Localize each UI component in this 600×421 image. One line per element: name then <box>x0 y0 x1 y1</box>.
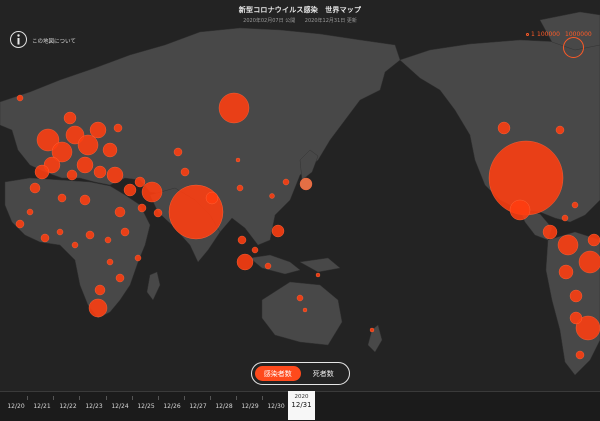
timeline-tick-mark <box>236 396 237 400</box>
legend-small-value: 1 <box>531 31 535 38</box>
timeline-date[interactable]: 12/25 <box>133 403 159 410</box>
deaths-toggle-button[interactable]: 死者数 <box>301 366 347 381</box>
timeline-tick-mark <box>184 396 185 400</box>
legend-large-circle <box>563 37 584 58</box>
timeline-tick-mark <box>27 396 28 400</box>
info-icon <box>17 34 20 45</box>
timeline-date[interactable]: 12/29 <box>237 403 263 410</box>
world-map[interactable] <box>0 0 600 420</box>
published-date: 2020年02月07日 公開 <box>243 18 296 24</box>
timeline-date[interactable]: 12/24 <box>107 403 133 410</box>
updated-date: 2020年12月31日 更新 <box>304 18 357 24</box>
timeline-date[interactable]: 12/22 <box>55 403 81 410</box>
metric-toggle[interactable]: 感染者数 死者数 <box>251 362 350 385</box>
selected-year: 2020 <box>294 394 309 400</box>
legend-mid-value: 100000 <box>537 31 560 38</box>
timeline-tick-mark <box>53 396 54 400</box>
timeline-date[interactable]: 12/20 <box>3 403 29 410</box>
map-header: 新型コロナウイルス感染 世界マップ 2020年02月07日 公開 2020年12… <box>0 0 600 26</box>
timeline-date[interactable]: 12/26 <box>159 403 185 410</box>
timeline-tick-mark <box>132 396 133 400</box>
date-info: 2020年02月07日 公開 2020年12月31日 更新 <box>0 17 600 24</box>
timeline-tick-mark <box>106 396 107 400</box>
timeline-tick-mark <box>158 396 159 400</box>
selected-day: 12/31 <box>291 401 312 409</box>
timeline-tick-mark <box>210 396 211 400</box>
timeline-date[interactable]: 12/30 <box>263 403 289 410</box>
cases-toggle-button[interactable]: 感染者数 <box>255 366 301 381</box>
timeline-date[interactable]: 12/28 <box>211 403 237 410</box>
legend-small-circle <box>526 33 529 36</box>
page-title: 新型コロナウイルス感染 世界マップ <box>238 6 362 14</box>
timeline-tick-mark <box>262 396 263 400</box>
timeline-date[interactable]: 12/23 <box>81 403 107 410</box>
timeline-tick-mark <box>79 396 80 400</box>
timeline-selected-date[interactable]: 2020 12/31 <box>288 391 315 420</box>
info-label[interactable]: この地図について <box>32 37 76 45</box>
legend: 1 100000 1000000 <box>502 28 592 60</box>
timeline-date[interactable]: 12/21 <box>29 403 55 410</box>
info-button[interactable] <box>10 31 27 48</box>
timeline-date[interactable]: 12/27 <box>185 403 211 410</box>
